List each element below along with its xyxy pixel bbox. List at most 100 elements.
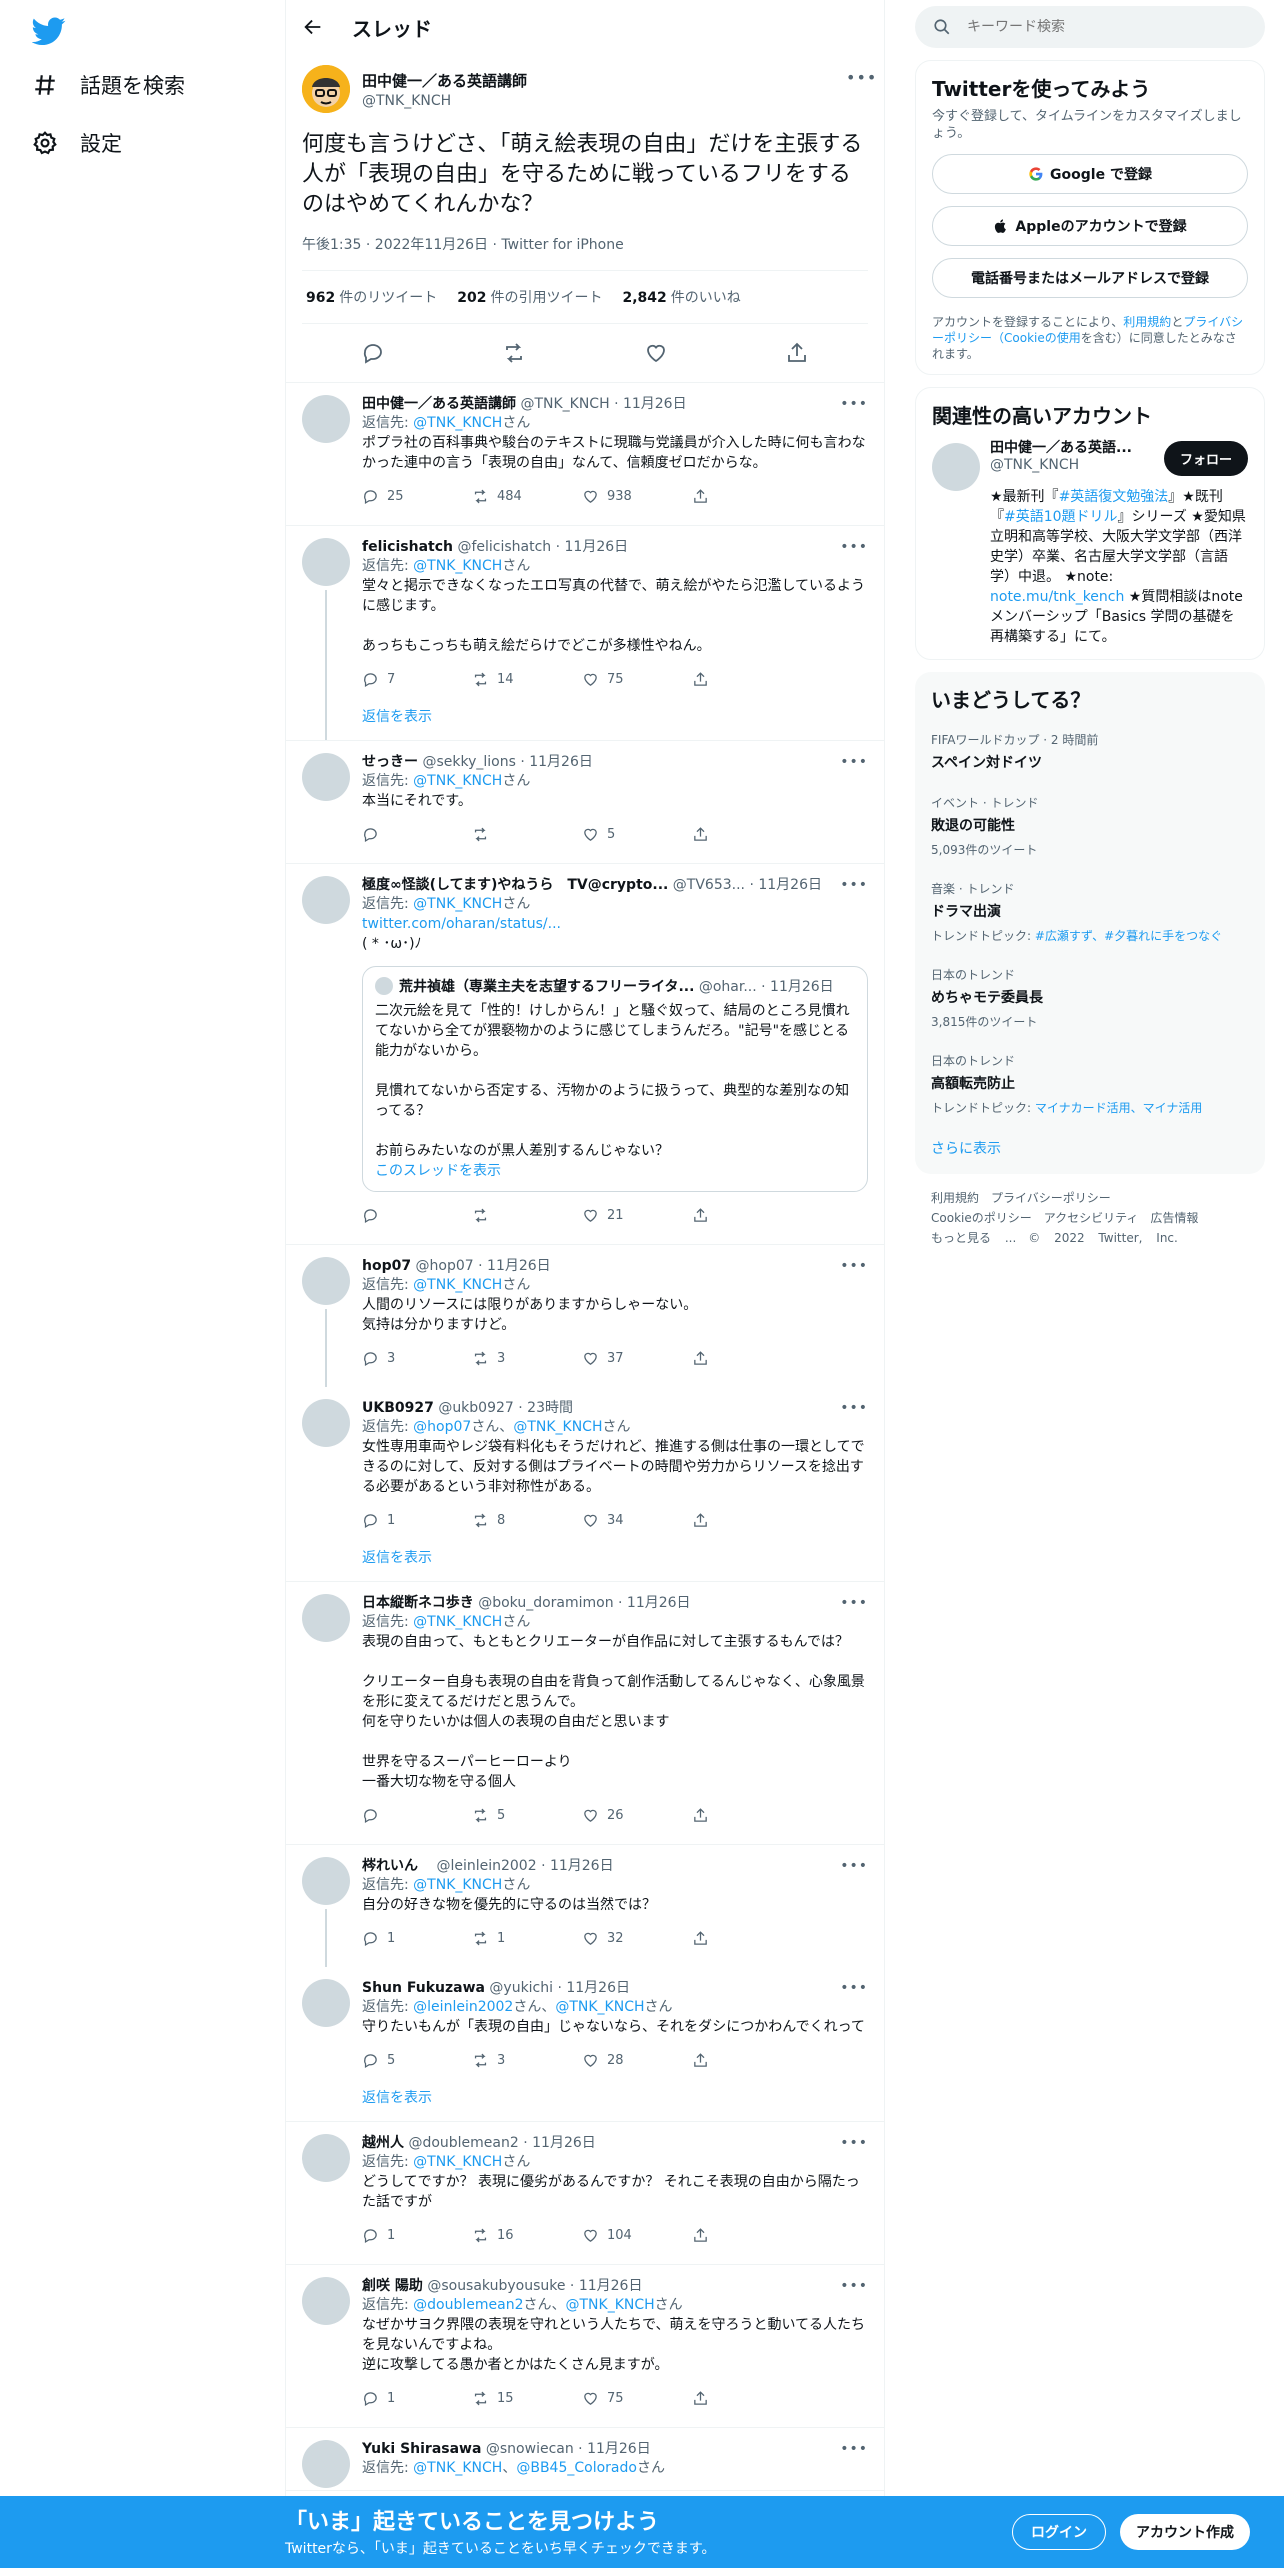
nav-settings[interactable]: 設定 bbox=[32, 128, 122, 158]
twitter-bird-icon[interactable] bbox=[32, 14, 66, 48]
footer-line[interactable]: もっと見る ... © 2022 Twitter, Inc. bbox=[931, 1228, 1249, 1248]
rt-action[interactable]: 5 bbox=[472, 1807, 532, 1824]
more-options-icon[interactable]: ••• bbox=[840, 753, 868, 771]
avatar[interactable] bbox=[302, 1979, 350, 2027]
reply-action[interactable]: 3 bbox=[362, 1350, 422, 1367]
rt-action[interactable]: 3 bbox=[472, 1350, 532, 1367]
login-button[interactable]: ログイン bbox=[1012, 2514, 1106, 2550]
show-more-link[interactable]: さらに表示 bbox=[931, 1126, 1249, 1162]
rt-action[interactable]: 14 bbox=[472, 671, 532, 688]
google-signup-button[interactable]: Google で登録 bbox=[932, 154, 1248, 194]
trend-item[interactable]: イベント · トレンド 敗退の可能性 5,093件のツイート bbox=[931, 782, 1249, 868]
more-options-icon[interactable]: ••• bbox=[840, 1979, 868, 1997]
related-account[interactable]: 田中健一／ある英語... @TNK_KNCH ★最新刊『#英語復文勉強法』★既刊… bbox=[932, 437, 1248, 647]
more-options-icon[interactable]: ••• bbox=[846, 68, 876, 90]
author-handle[interactable]: @TNK_KNCH bbox=[362, 93, 527, 109]
rt-action[interactable]: 16 bbox=[472, 2227, 532, 2244]
related-name[interactable]: 田中健一／ある英語... bbox=[990, 437, 1140, 457]
avatar[interactable] bbox=[302, 2277, 350, 2325]
mention-link[interactable]: @TNK_KNCH bbox=[413, 773, 502, 789]
reply-action[interactable]: 1 bbox=[362, 2227, 422, 2244]
like-action[interactable]: 37 bbox=[582, 1350, 642, 1367]
mention-link[interactable]: @TNK_KNCH bbox=[413, 1277, 502, 1293]
rt-action[interactable]: 1 bbox=[472, 1930, 532, 1947]
share-action[interactable] bbox=[692, 2390, 752, 2407]
reply-icon[interactable] bbox=[361, 341, 385, 365]
rt-action[interactable] bbox=[472, 826, 532, 843]
share-action[interactable] bbox=[692, 1207, 752, 1224]
mention-link[interactable]: @TNK_KNCH bbox=[413, 1614, 502, 1630]
avatar[interactable] bbox=[302, 65, 350, 113]
bio-hashtag-2[interactable]: #英語10題ドリル bbox=[1004, 509, 1118, 525]
bio-note-link[interactable]: note.mu/tnk_kench bbox=[990, 589, 1124, 605]
show-thread-link[interactable]: このスレッドを表示 bbox=[375, 1163, 501, 1179]
avatar[interactable] bbox=[302, 538, 350, 586]
reply-author-meta[interactable]: @TNK_KNCH · 11月26日 bbox=[520, 396, 686, 412]
reply-action[interactable] bbox=[362, 1207, 422, 1224]
footer-line[interactable]: 利用規約 プライバシーポリシー bbox=[931, 1188, 1249, 1208]
rt-action[interactable]: 3 bbox=[472, 2052, 532, 2069]
mention-link[interactable]: @TNK_KNCH bbox=[566, 2297, 655, 2313]
mention-link[interactable]: @TNK_KNCH bbox=[513, 1419, 602, 1435]
quotes-stat[interactable]: 202 件の引用ツイート bbox=[457, 287, 602, 307]
trend-item[interactable]: 日本のトレンド 高額転売防止 トレンドトピック: マイナカード活用、マイナ活用 bbox=[931, 1040, 1249, 1126]
avatar[interactable] bbox=[302, 1399, 350, 1447]
reply-action[interactable]: 1 bbox=[362, 2390, 422, 2407]
avatar[interactable] bbox=[932, 443, 980, 491]
mention-link[interactable]: @TNK_KNCH bbox=[413, 2460, 502, 2476]
mention-link[interactable]: @doublemean2 bbox=[413, 2297, 523, 2313]
share-action[interactable] bbox=[692, 826, 752, 843]
avatar[interactable] bbox=[302, 2134, 350, 2182]
reply-author-name[interactable]: 越州人 bbox=[362, 2135, 404, 2151]
more-options-icon[interactable]: ••• bbox=[840, 2440, 868, 2458]
footer-line[interactable]: Cookieのポリシー アクセシビリティ 広告情報 bbox=[931, 1208, 1249, 1228]
show-replies-link[interactable]: 返信を表示 bbox=[362, 1537, 868, 1581]
share-action[interactable] bbox=[692, 1512, 752, 1529]
like-action[interactable]: 938 bbox=[582, 488, 642, 505]
search-box[interactable] bbox=[915, 6, 1265, 48]
show-replies-link[interactable]: 返信を表示 bbox=[362, 696, 868, 740]
reply-action[interactable]: 1 bbox=[362, 1930, 422, 1947]
share-action[interactable] bbox=[692, 671, 752, 688]
follow-button[interactable]: フォロー bbox=[1163, 441, 1248, 476]
trend-item[interactable]: 音楽 · トレンド ドラマ出演 トレンドトピック: #広瀬すず、#夕暮れに手をつなぐ bbox=[931, 868, 1249, 954]
reply-author-name[interactable]: 創咲 陽助 bbox=[362, 2278, 423, 2294]
share-action[interactable] bbox=[692, 488, 752, 505]
more-options-icon[interactable]: ••• bbox=[840, 1257, 868, 1275]
reply-author-name[interactable]: せっきー bbox=[362, 754, 418, 770]
avatar[interactable] bbox=[302, 2440, 350, 2488]
more-options-icon[interactable]: ••• bbox=[840, 2277, 868, 2295]
like-action[interactable]: 104 bbox=[582, 2227, 642, 2244]
like-icon[interactable] bbox=[644, 341, 668, 365]
like-action[interactable]: 21 bbox=[582, 1207, 642, 1224]
reply-action[interactable] bbox=[362, 826, 422, 843]
rt-action[interactable]: 15 bbox=[472, 2390, 532, 2407]
avatar[interactable] bbox=[302, 1857, 350, 1905]
like-action[interactable]: 28 bbox=[582, 2052, 642, 2069]
more-options-icon[interactable]: ••• bbox=[840, 538, 868, 556]
trend-topic-link[interactable]: #広瀬すず、#夕暮れに手をつなぐ bbox=[1035, 929, 1222, 943]
show-replies-link[interactable]: 返信を表示 bbox=[362, 2077, 868, 2121]
reply-author-meta[interactable]: @sekky_lions · 11月26日 bbox=[422, 754, 592, 770]
reply-author-meta[interactable]: @snowiecan · 11月26日 bbox=[486, 2441, 651, 2457]
reply-author-name[interactable]: 田中健一／ある英語講師 bbox=[362, 396, 516, 412]
mention-link[interactable]: @TNK_KNCH bbox=[413, 1877, 502, 1893]
reply-author-name[interactable]: UKB0927 bbox=[362, 1400, 434, 1416]
like-action[interactable]: 75 bbox=[582, 2390, 642, 2407]
mention-link[interactable]: @TNK_KNCH bbox=[555, 1999, 644, 2015]
likes-stat[interactable]: 2,842 件のいいね bbox=[622, 287, 740, 307]
trend-item[interactable]: FIFAワールドカップ · 2 時間前 スペイン対ドイツ bbox=[931, 719, 1249, 782]
search-input[interactable] bbox=[967, 19, 1217, 35]
share-action[interactable] bbox=[692, 1930, 752, 1947]
reply-author-name[interactable]: 極度∞怪談(してます)やねうら TV@crypto... bbox=[362, 877, 668, 893]
more-options-icon[interactable]: ••• bbox=[840, 1857, 868, 1875]
avatar[interactable] bbox=[302, 395, 350, 443]
share-action[interactable] bbox=[692, 1807, 752, 1824]
reply-author-name[interactable]: 梣れいん bbox=[362, 1858, 418, 1874]
nav-explore[interactable]: 話題を検索 bbox=[32, 70, 185, 100]
reply-author-meta[interactable]: @ukb0927 · 23時間 bbox=[438, 1400, 573, 1416]
more-options-icon[interactable]: ••• bbox=[840, 1594, 868, 1612]
trend-item[interactable]: 日本のトレンド めちゃモテ委員長 3,815件のツイート bbox=[931, 954, 1249, 1040]
reply-author-name[interactable]: felicishatch bbox=[362, 539, 453, 555]
reply-author-meta[interactable]: @hop07 · 11月26日 bbox=[416, 1258, 551, 1274]
